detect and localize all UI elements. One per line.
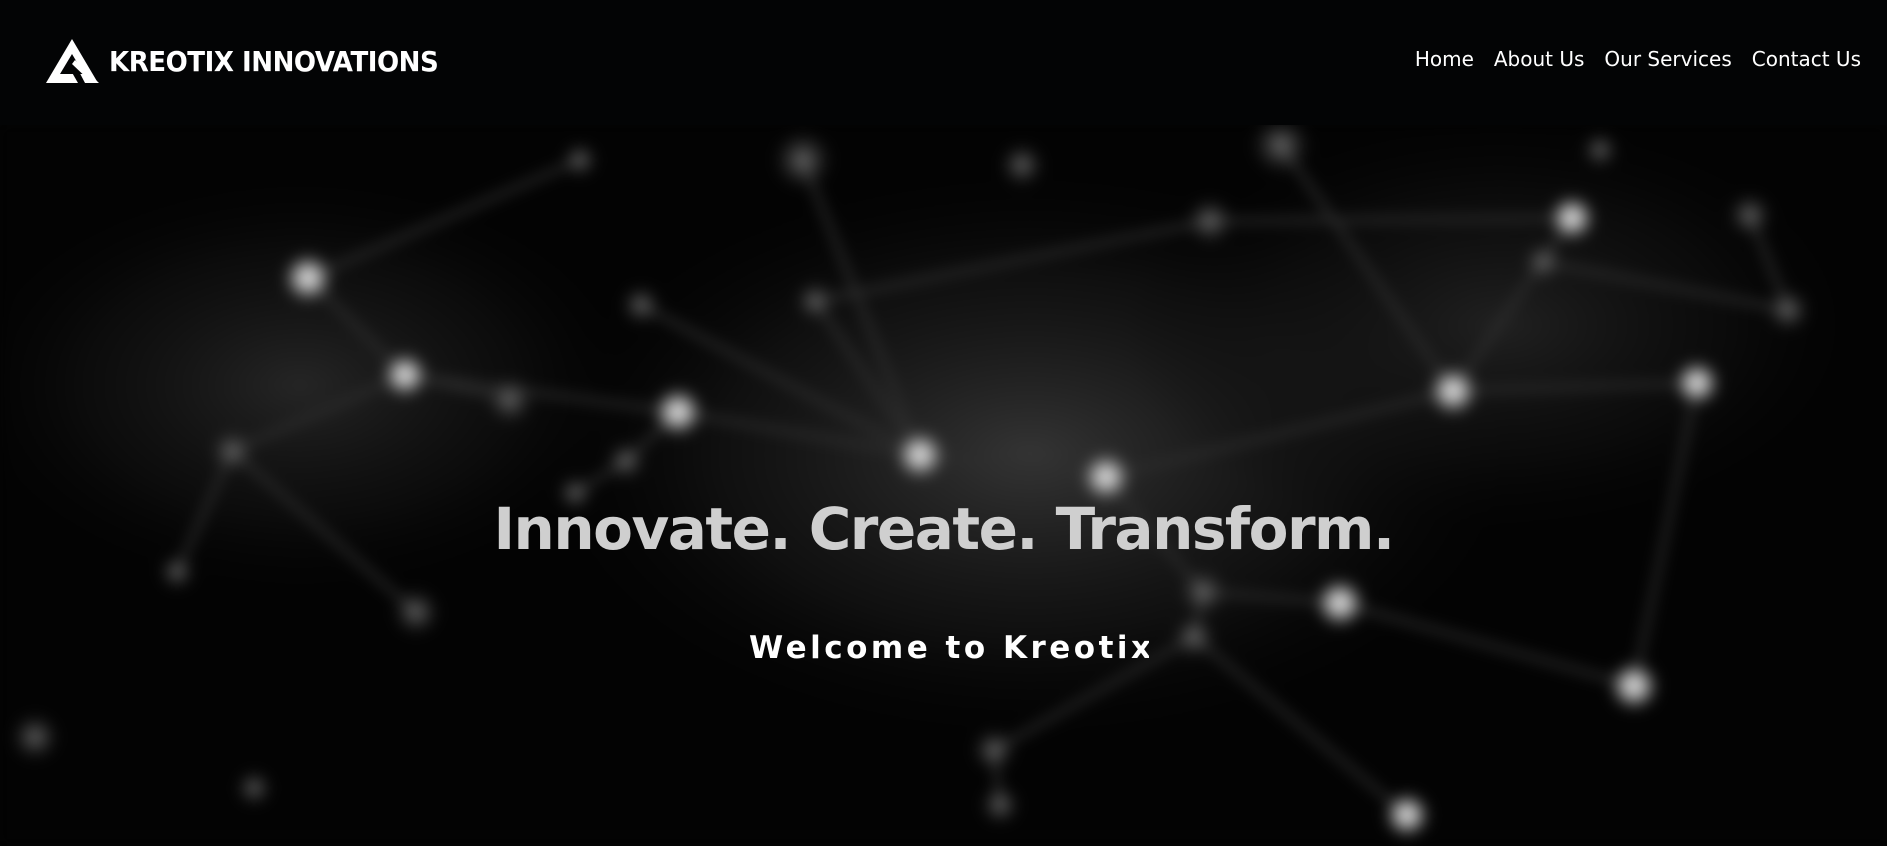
hero-title: Innovate. Create. Transform. <box>493 495 1395 563</box>
brand-name: KREOTIX INNOVATIONS <box>109 44 439 78</box>
nav-home[interactable]: Home <box>1415 46 1474 72</box>
hero-subtitle-text: Welcome to Kreotix Innovations <box>749 630 1149 666</box>
navbar: KREOTIX INNOVATIONS Home About Us Our Se… <box>0 0 1887 125</box>
hero-subtitle: Welcome to Kreotix Innovations <box>749 630 1149 666</box>
triangle-k-logo-icon <box>46 39 99 83</box>
page: KREOTIX INNOVATIONS Home About Us Our Se… <box>0 0 1887 846</box>
hero-content: Innovate. Create. Transform. Welcome to … <box>0 125 1887 846</box>
main-nav: Home About Us Our Services Contact Us <box>1415 46 1861 72</box>
hero-section: Innovate. Create. Transform. Welcome to … <box>0 125 1887 846</box>
nav-our-services[interactable]: Our Services <box>1604 46 1731 72</box>
brand-logo[interactable]: KREOTIX INNOVATIONS <box>45 38 463 84</box>
nav-about-us[interactable]: About Us <box>1494 46 1585 72</box>
nav-contact-us[interactable]: Contact Us <box>1752 46 1861 72</box>
